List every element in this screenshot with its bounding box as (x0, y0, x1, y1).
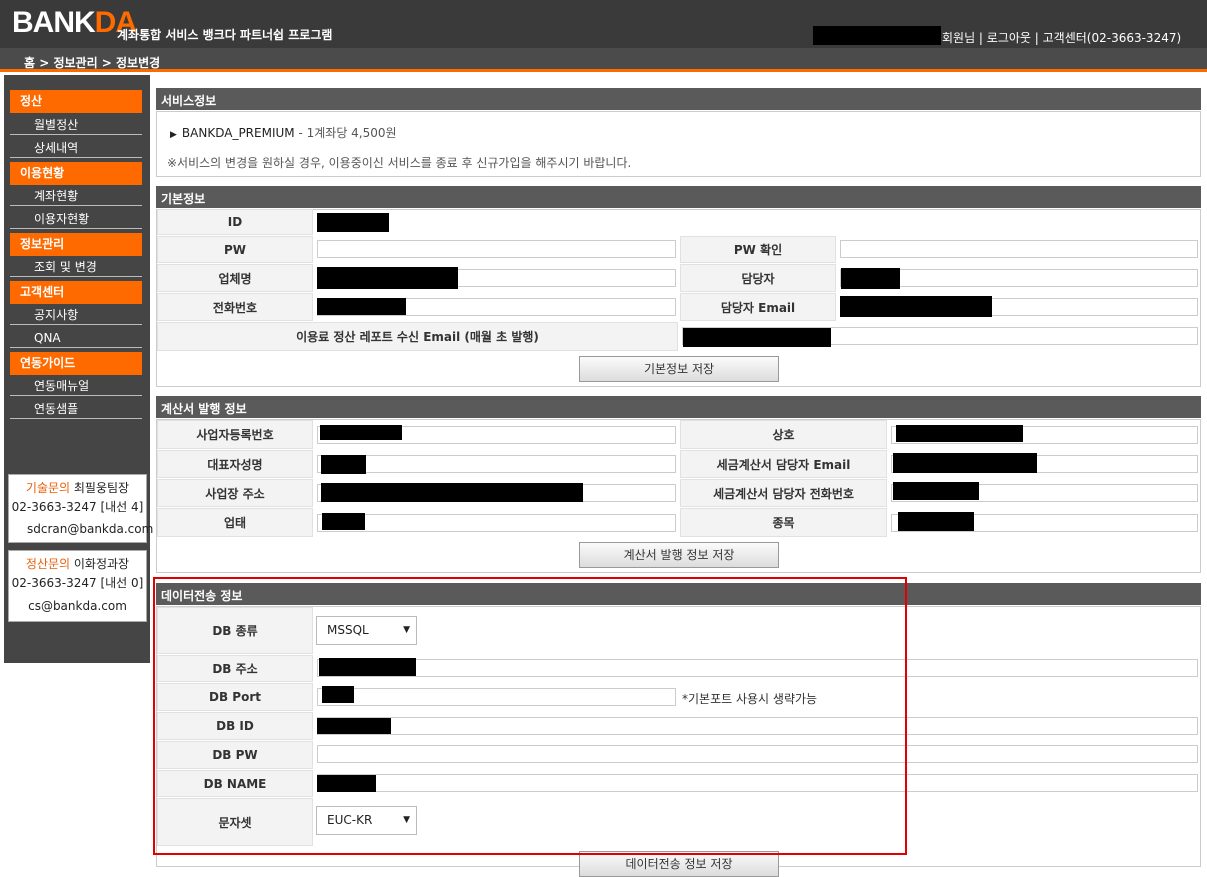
service-product: BANKDA_PREMIUM (181, 126, 295, 140)
service-info-header: 서비스정보 (156, 88, 1201, 111)
tax-email-label: 세금계산서 담당자 Email (680, 450, 887, 478)
breadcrumb: 홈 > 정보관리 > 정보변경 (24, 56, 161, 70)
ceo-label: 대표자성명 (157, 450, 313, 478)
logo-bank: BANK (12, 6, 96, 39)
sidebar-group-support[interactable]: 고객센터 (10, 281, 142, 304)
sidebar-item-view-edit[interactable]: 조회 및 변경 (10, 257, 142, 277)
breadcrumb-bar (0, 48, 1207, 72)
sidebar-item-details[interactable]: 상세내역 (10, 138, 142, 158)
billing-contact-email[interactable]: cs@bankda.com (9, 597, 146, 616)
manager-email-value-redacted (840, 296, 992, 317)
sidebar-group-usage[interactable]: 이용현황 (10, 162, 142, 185)
tech-contact-label: 기술문의 (25, 481, 71, 495)
service-product-line: ▶ BANKDA_PREMIUM - 1계좌당 4,500원 (170, 124, 397, 141)
pw-confirm-label: PW 확인 (680, 236, 836, 263)
manager-email-label: 담당자 Email (680, 293, 836, 321)
tech-contact-box: 기술문의 최필웅팀장 02-3663-3247 [내선 4] sdcran@ba… (8, 474, 153, 543)
report-email-label: 이용료 정산 레포트 수신 Email (매월 초 발행) (157, 322, 678, 351)
biz-item-value-redacted (898, 512, 974, 531)
report-email-value-redacted (683, 328, 831, 347)
company-label: 업체명 (157, 264, 313, 292)
highlight-box (153, 577, 907, 855)
invoice-info-header: 계산서 발행 정보 (156, 396, 1201, 419)
billing-contact-name: 이화정과장 (70, 557, 130, 571)
trade-name-label: 상호 (680, 420, 887, 449)
sidebar-item-accounts[interactable]: 계좌현황 (10, 186, 142, 206)
user-links[interactable]: 회원님 | 로그아웃 | 고객센터(02-3663-3247) (942, 29, 1181, 46)
save-basic-info-button[interactable]: 기본정보 저장 (579, 356, 779, 382)
sidebar-item-manual[interactable]: 연동매뉴얼 (10, 376, 142, 396)
tech-contact-email[interactable]: sdcran@bankda.com (9, 520, 153, 539)
biz-item-label: 종목 (680, 508, 887, 537)
billing-contact-title: 정산문의 이화정과장 (9, 555, 146, 574)
billing-contact-box: 정산문의 이화정과장 02-3663-3247 [내선 0] cs@bankda… (8, 550, 147, 622)
manager-label: 담당자 (680, 264, 836, 292)
company-value-redacted (317, 267, 458, 289)
biz-type-value-redacted (322, 513, 365, 530)
tech-contact-name: 최필웅팀장 (70, 481, 130, 495)
biz-no-value-redacted (320, 425, 402, 440)
pw-label: PW (157, 236, 313, 263)
save-invoice-info-button[interactable]: 계산서 발행 정보 저장 (579, 542, 779, 568)
tax-phone-value-redacted (893, 482, 979, 500)
id-value-redacted (317, 213, 389, 232)
pw-confirm-input[interactable] (840, 240, 1198, 258)
sidebar-group-settlement[interactable]: 정산 (10, 90, 142, 113)
address-value-redacted (321, 483, 583, 502)
bullet-icon: ▶ (170, 130, 177, 140)
sidebar-item-qna[interactable]: QNA (10, 328, 142, 348)
sidebar-item-users[interactable]: 이용자현황 (10, 209, 142, 229)
phone-label: 전화번호 (157, 293, 313, 321)
tech-contact-title: 기술문의 최필웅팀장 (9, 479, 146, 498)
tax-email-value-redacted (893, 453, 1037, 473)
pw-input[interactable] (317, 240, 676, 258)
tax-phone-label: 세금계산서 담당자 전화번호 (680, 479, 887, 507)
basic-info-header: 기본정보 (156, 186, 1201, 209)
user-name-redacted (813, 26, 941, 45)
manager-value-redacted (841, 268, 900, 289)
sidebar-item-sample[interactable]: 연동샘플 (10, 399, 142, 419)
ceo-input[interactable] (317, 455, 676, 473)
biz-no-label: 사업자등록번호 (157, 420, 313, 449)
sidebar-item-monthly[interactable]: 월별정산 (10, 115, 142, 135)
service-info-panel: ▶ BANKDA_PREMIUM - 1계좌당 4,500원 ※서비스의 변경을 … (156, 111, 1201, 177)
biz-type-label: 업태 (157, 508, 313, 537)
billing-contact-phone: 02-3663-3247 [내선 0] (11, 576, 144, 590)
ceo-value-redacted (321, 455, 366, 474)
sidebar-item-notice[interactable]: 공지사항 (10, 305, 142, 325)
service-notice: ※서비스의 변경을 원하실 경우, 이용중이신 서비스를 종료 후 신규가입을 … (167, 156, 632, 170)
biz-type-input[interactable] (317, 514, 676, 532)
sidebar-group-info[interactable]: 정보관리 (10, 233, 142, 256)
address-label: 사업장 주소 (157, 479, 313, 507)
tech-contact-phone: 02-3663-3247 [내선 4] (11, 500, 144, 514)
phone-value-redacted (317, 298, 406, 315)
billing-contact-label: 정산문의 (25, 557, 71, 571)
sidebar-group-guide[interactable]: 연동가이드 (10, 352, 142, 375)
id-label: ID (157, 209, 313, 235)
trade-name-value-redacted (896, 425, 1023, 442)
service-subtitle: 계좌통합 서비스 뱅크다 파트너쉽 프로그램 (117, 28, 333, 42)
service-price: - 1계좌당 4,500원 (294, 126, 397, 140)
